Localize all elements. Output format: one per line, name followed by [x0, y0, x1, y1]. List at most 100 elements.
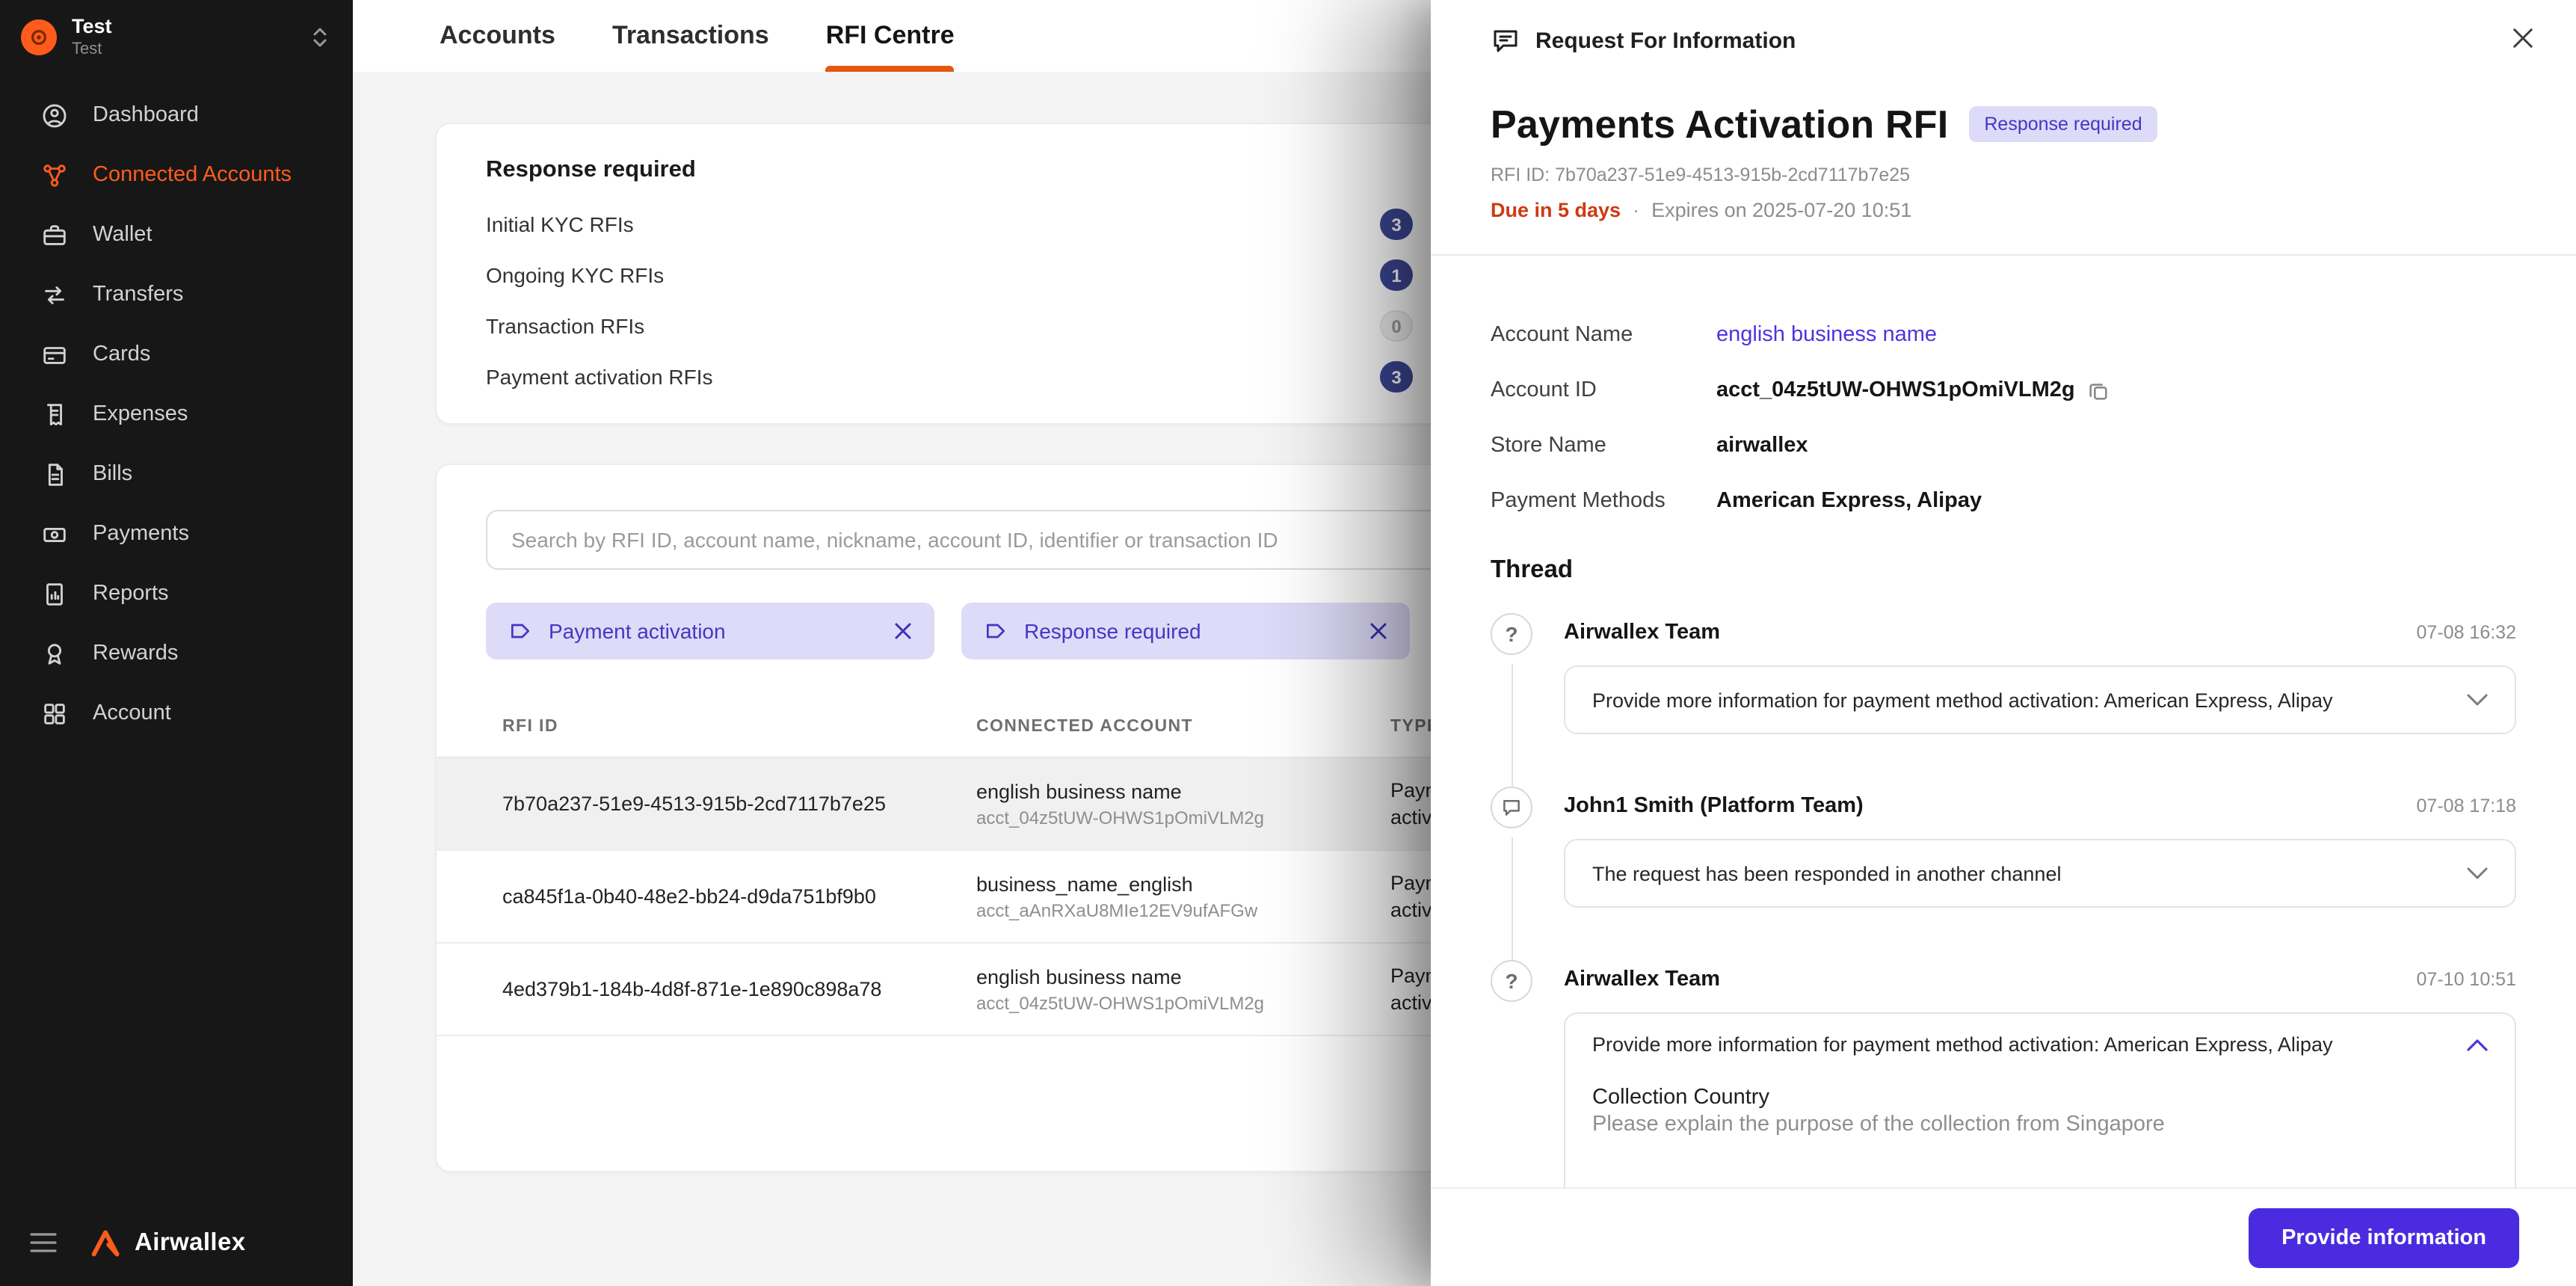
sidebar-item-label: Reports [93, 582, 169, 606]
summary-row-label: Ongoing KYC RFIs [486, 263, 665, 287]
sidebar-item-label: Account [93, 701, 171, 725]
count-badge: 1 [1380, 259, 1413, 291]
summary-row-label: Transaction RFIs [486, 314, 645, 338]
remove-filter-icon[interactable] [894, 622, 912, 640]
bills-icon [48, 463, 63, 485]
sidebar-footer: Airwallex [0, 1199, 353, 1286]
sidebar-item-expenses[interactable]: Expenses [0, 384, 353, 444]
thread-author: John1 Smith (Platform Team) [1564, 794, 1864, 818]
collapse-sidebar-icon[interactable] [30, 1232, 57, 1253]
close-icon[interactable] [2509, 24, 2537, 52]
thread-author: Airwallex Team [1564, 967, 1721, 991]
thread-message-text: Provide more information for payment met… [1592, 1033, 2333, 1056]
filter-chip-payment-activation[interactable]: Payment activation [486, 603, 934, 659]
account-name-cell: business_name_english [976, 873, 1193, 895]
filter-chip-response-required[interactable]: Response required [961, 603, 1410, 659]
field-label: Account Name [1491, 323, 1633, 347]
thread-message[interactable]: Provide more information for payment met… [1564, 665, 2516, 734]
drawer-body: Account Name english business name Accou… [1431, 257, 2576, 1286]
field-store-name: Store Name airwallex [1491, 431, 2516, 461]
sidebar-menu: Dashboard Connected Accounts Wallet Tran… [0, 85, 353, 743]
sidebar-item-label: Dashboard [93, 103, 199, 127]
drawer-header-title: Request For Information [1535, 28, 1796, 53]
thread-title: Thread [1491, 556, 1574, 583]
filter-chips: Payment activation Response required [486, 603, 1580, 659]
tab-rfi-centre[interactable]: RFI Centre [825, 0, 955, 72]
rfi-detail-drawer: Request For Information Payments Activat… [1431, 0, 2576, 1286]
sidebar-item-label: Wallet [93, 223, 152, 247]
request-info-icon [1494, 30, 1517, 52]
chevron-up-icon[interactable] [2467, 1039, 2488, 1050]
account-name-link[interactable]: english business name [1716, 320, 1937, 350]
question-icon: ? [1491, 960, 1532, 1002]
filter-chip-label: Payment activation [549, 619, 726, 643]
rfi-id-cell: 4ed379b1-184b-4d8f-871e-1e890c898a78 [502, 978, 882, 1000]
org-name: Test [72, 15, 112, 37]
sidebar-item-label: Cards [93, 342, 151, 366]
org-switcher-chevron-icon[interactable] [311, 25, 329, 49]
rfi-id-cell: 7b70a237-51e9-4513-915b-2cd7117b7e25 [502, 793, 886, 815]
sidebar-item-rewards[interactable]: Rewards [0, 624, 353, 683]
summary-row-payment-activation[interactable]: Payment activation RFIs 3 [486, 351, 1580, 402]
dashboard-icon [43, 103, 67, 127]
rfi-question-title: Collection Country [1592, 1086, 1769, 1110]
sidebar-item-dashboard[interactable]: Dashboard [0, 85, 353, 145]
account-icon [44, 703, 65, 724]
summary-row-ongoing-kyc[interactable]: Ongoing KYC RFIs 1 [486, 250, 1580, 301]
sidebar-item-reports[interactable]: Reports [0, 564, 353, 624]
chevron-down-icon[interactable] [2467, 694, 2488, 706]
org-avatar-icon [31, 29, 46, 44]
tab-label: RFI Centre [825, 21, 955, 49]
expires-text: Expires on 2025-07-20 10:51 [1651, 199, 1912, 221]
account-name-cell: english business name [976, 780, 1182, 802]
remove-filter-icon[interactable] [1369, 622, 1387, 640]
tab-accounts[interactable]: Accounts [440, 0, 555, 72]
payments-icon [43, 526, 66, 541]
wallet-icon [43, 224, 66, 244]
drawer-header: Request For Information Payments Activat… [1431, 0, 2576, 256]
sidebar-item-account[interactable]: Account [0, 683, 353, 743]
rewards-icon [47, 643, 62, 664]
org-switcher[interactable]: Test Test [0, 0, 353, 70]
tab-transactions[interactable]: Transactions [612, 0, 769, 72]
field-label: Store Name [1491, 434, 1606, 458]
sidebar-item-label: Transfers [93, 283, 184, 307]
account-id-value: acct_04z5tUW-OHWS1pOmiVLM2g [1716, 378, 2075, 402]
expenses-icon [47, 403, 62, 425]
search-input[interactable] [511, 528, 1507, 552]
field-account-name: Account Name english business name [1491, 320, 2516, 350]
drawer-footer: Provide information [1431, 1187, 2576, 1286]
reports-icon [46, 582, 63, 605]
icon-glyph: ? [1505, 969, 1518, 993]
account-id-cell: acct_04z5tUW-OHWS1pOmiVLM2g [976, 992, 1265, 1013]
thread-message[interactable]: The request has been responded in anothe… [1564, 839, 2516, 908]
count-badge: 3 [1380, 209, 1413, 240]
rfi-search [486, 510, 1532, 570]
field-account-id: Account ID acct_04z5tUW-OHWS1pOmiVLM2g [1491, 375, 2516, 405]
thread-message-text: Provide more information for payment met… [1592, 689, 2333, 711]
airwallex-logo-text: Airwallex [135, 1228, 246, 1255]
transfers-icon [45, 286, 64, 304]
field-label: Payment Methods [1491, 489, 1666, 513]
summary-row-transaction[interactable]: Transaction RFIs 0 [486, 301, 1580, 351]
sidebar-item-label: Payments [93, 522, 189, 546]
sidebar-item-cards[interactable]: Cards [0, 324, 353, 384]
sidebar-item-label: Connected Accounts [93, 163, 292, 187]
cards-icon [43, 346, 66, 363]
due-text: Due in 5 days [1491, 199, 1621, 221]
thread-timestamp: 07-10 10:51 [2416, 969, 2516, 990]
thread-timestamp: 07-08 17:18 [2416, 796, 2516, 816]
count-badge: 0 [1380, 310, 1413, 342]
sidebar-item-wallet[interactable]: Wallet [0, 205, 353, 265]
sidebar-item-bills[interactable]: Bills [0, 444, 353, 504]
filter-tag-icon [511, 624, 529, 639]
thread-entry: John1 Smith (Platform Team) 07-08 17:18 … [1491, 787, 2516, 970]
chevron-down-icon[interactable] [2467, 867, 2488, 879]
copy-icon[interactable] [2087, 379, 2110, 402]
sidebar-item-payments[interactable]: Payments [0, 504, 353, 564]
summary-row-initial-kyc[interactable]: Initial KYC RFIs 3 [486, 199, 1580, 250]
provide-information-button[interactable]: Provide information [2249, 1207, 2519, 1267]
sidebar-item-connected-accounts[interactable]: Connected Accounts [0, 145, 353, 205]
sidebar-item-transfers[interactable]: Transfers [0, 265, 353, 324]
sidebar-item-label: Expenses [93, 402, 188, 426]
